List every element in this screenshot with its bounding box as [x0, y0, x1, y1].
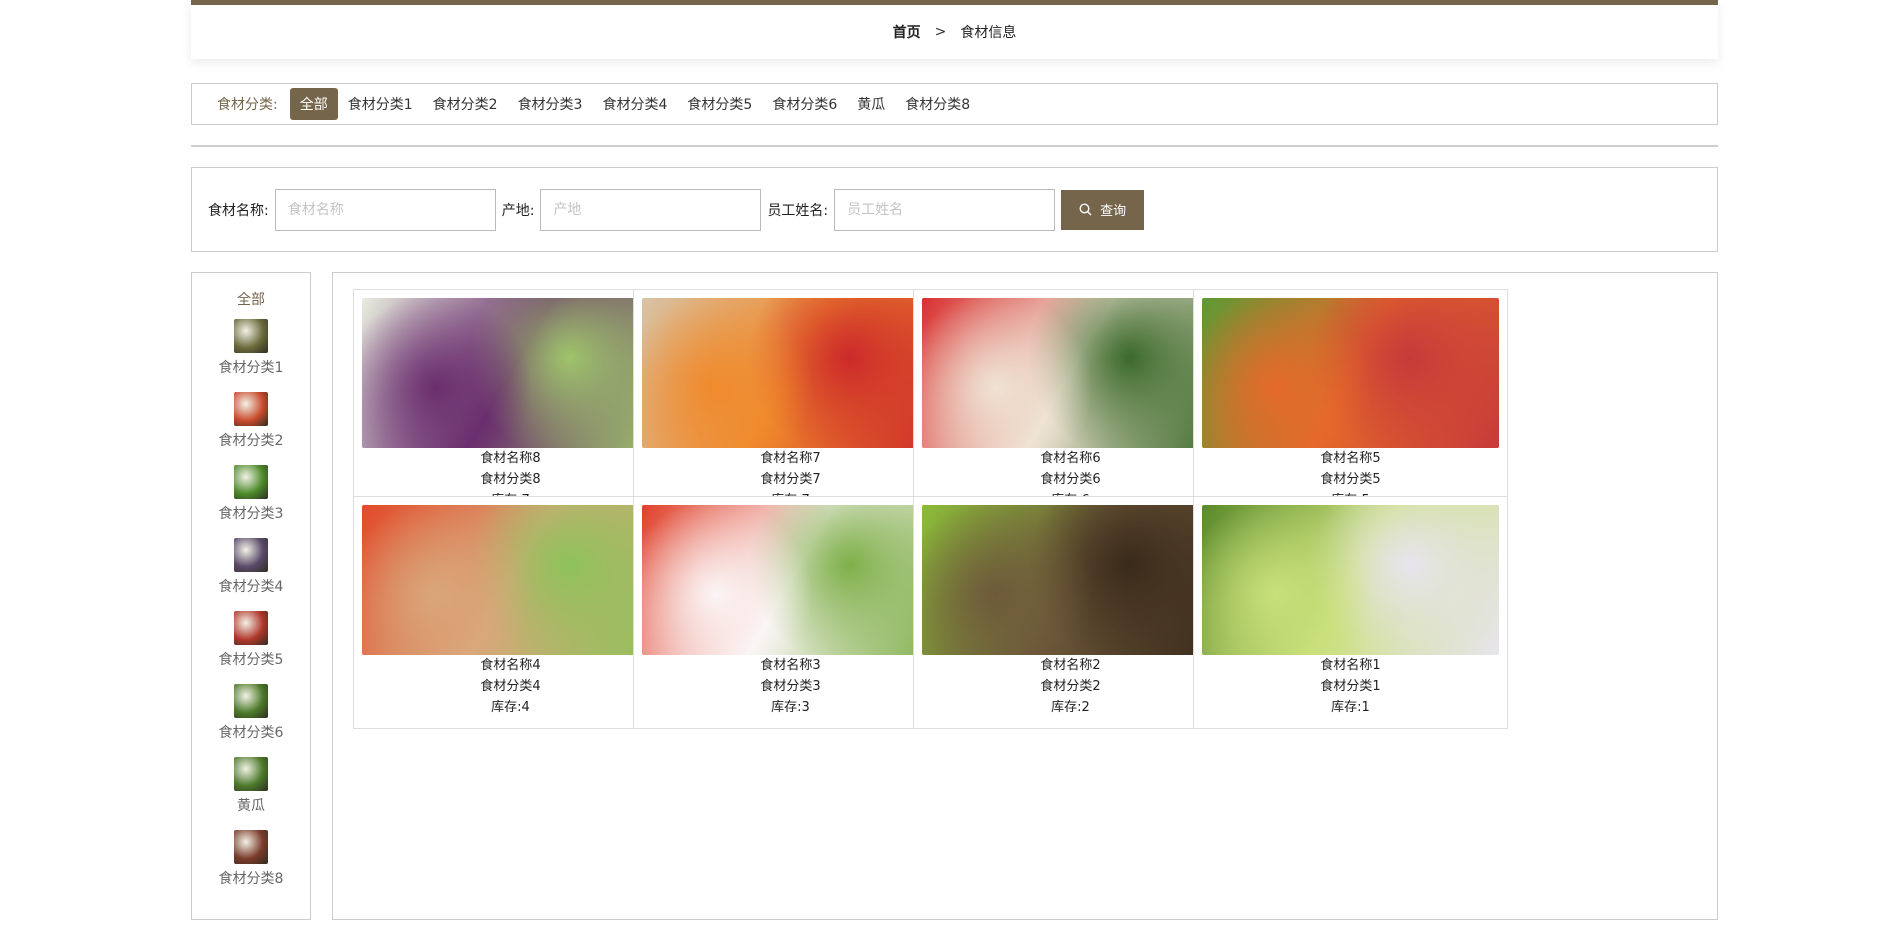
product-card[interactable]: 食材名称5食材分类5库存:5	[1193, 289, 1508, 522]
sidebar-item-4[interactable]: 食材分类4	[218, 538, 284, 611]
product-name: 食材名称3	[760, 658, 821, 673]
product-card[interactable]: 食材名称2 食材分类2 库存:2	[913, 496, 1228, 729]
category-thumbnail	[233, 319, 268, 353]
product-card[interactable]: 食材名称8食材分类8库存:7	[353, 289, 668, 522]
category-sidebar: 全部 食材分类1 食材分类2 食材分类3 食材分类4 食材分类5 食材分类6 黄瓜食材分类8	[191, 272, 311, 920]
sidebar-item-label: 食材分类1	[218, 360, 284, 376]
divider	[191, 145, 1718, 147]
product-image	[922, 505, 1219, 655]
product-info: 食材名称1 食材分类1 库存:1	[1194, 655, 1507, 718]
product-image	[362, 505, 659, 655]
category-filter-4[interactable]: 食材分类4	[592, 88, 677, 120]
product-image	[1202, 505, 1499, 655]
product-info: 食材名称3 食材分类3 库存:3	[634, 655, 947, 718]
sidebar-item-label: 食材分类3	[218, 506, 284, 522]
product-image	[1202, 298, 1499, 448]
product-stock: 库存:2	[1051, 700, 1090, 715]
product-name: 食材名称2	[1040, 658, 1101, 673]
product-info: 食材名称4 食材分类4 库存:4	[354, 655, 667, 718]
sidebar-item-label: 食材分类5	[218, 652, 284, 668]
sidebar-item-label: 食材分类4	[218, 579, 284, 595]
sidebar-item-label: 食材分类2	[218, 433, 284, 449]
origin-field-label: 产地:	[501, 202, 535, 219]
product-info: 食材名称2 食材分类2 库存:2	[914, 655, 1227, 718]
staff-search-input[interactable]	[834, 188, 1056, 231]
product-grid: 食材名称8食材分类8库存:7食材名称7食材分类7库存:7食材名称6食材分类6库存…	[332, 272, 1718, 920]
category-filter-1[interactable]: 食材分类1	[338, 88, 423, 120]
product-name: 食材名称1	[1320, 658, 1381, 673]
name-field-label: 食材名称:	[208, 202, 269, 219]
search-button-label: 查询	[1100, 203, 1127, 218]
sidebar-item-2[interactable]: 食材分类2	[218, 392, 284, 465]
category-thumbnail	[233, 684, 268, 718]
sidebar-item-3[interactable]: 食材分类3	[218, 465, 284, 538]
product-card[interactable]: 食材名称7食材分类7库存:7	[633, 289, 948, 522]
search-bar: 食材名称: 产地: 员工姓名: 查询	[191, 167, 1718, 252]
category-thumbnail	[233, 538, 268, 572]
sidebar-item-all[interactable]: 全部	[237, 289, 265, 311]
sidebar-item-5[interactable]: 食材分类5	[218, 611, 284, 684]
sidebar-item-6[interactable]: 食材分类6	[218, 684, 284, 757]
product-category: 食材分类8	[480, 472, 541, 487]
product-card[interactable]: 食材名称3 食材分类3 库存:3	[633, 496, 948, 729]
product-image	[362, 298, 659, 448]
product-image	[922, 298, 1219, 448]
category-thumbnail	[233, 757, 268, 791]
product-name: 食材名称5	[1320, 451, 1381, 466]
category-thumbnail	[233, 392, 268, 426]
product-category: 食材分类4	[480, 679, 541, 694]
category-filter-bar: 食材分类: 全部 食材分类1 食材分类2 食材分类3 食材分类4 食材分类5 食…	[191, 83, 1718, 125]
product-category: 食材分类3	[760, 679, 821, 694]
product-name: 食材名称8	[480, 451, 541, 466]
product-name: 食材名称7	[760, 451, 821, 466]
category-thumbnail	[233, 830, 268, 864]
product-category: 食材分类2	[1040, 679, 1101, 694]
category-filter-cucumber[interactable]: 黄瓜	[847, 88, 895, 120]
breadcrumb: 首页 > 食材信息	[191, 0, 1718, 59]
search-icon	[1079, 203, 1092, 216]
category-filter-label: 食材分类:	[217, 97, 278, 113]
breadcrumb-separator: >	[934, 24, 947, 40]
product-image	[642, 298, 939, 448]
product-category: 食材分类5	[1320, 472, 1381, 487]
origin-search-input[interactable]	[540, 188, 762, 231]
sidebar-item-8[interactable]: 食材分类8	[218, 830, 284, 903]
category-filter-6[interactable]: 食材分类6	[762, 88, 847, 120]
staff-field-label: 员工姓名:	[767, 202, 829, 219]
product-name: 食材名称6	[1040, 451, 1101, 466]
category-filter-2[interactable]: 食材分类2	[423, 88, 508, 120]
product-name: 食材名称4	[480, 658, 541, 673]
breadcrumb-home-link[interactable]: 首页	[893, 22, 921, 42]
breadcrumb-current: 食材信息	[960, 25, 1017, 41]
sidebar-item-label: 食材分类6	[218, 725, 284, 741]
name-search-input[interactable]	[274, 188, 496, 231]
category-filter-all[interactable]: 全部	[289, 88, 338, 120]
product-card[interactable]: 食材名称4 食材分类4 库存:4	[353, 496, 668, 729]
search-button[interactable]: 查询	[1061, 189, 1145, 230]
product-card[interactable]: 食材名称1 食材分类1 库存:1	[1193, 496, 1508, 729]
product-stock: 库存:3	[771, 700, 810, 715]
sidebar-item-7[interactable]: 黄瓜	[219, 757, 284, 830]
product-card[interactable]: 食材名称6食材分类6库存:6	[913, 289, 1228, 522]
product-stock: 库存:1	[1331, 700, 1370, 715]
category-filter-5[interactable]: 食材分类5	[677, 88, 762, 120]
sidebar-item-label: 食材分类8	[218, 871, 284, 887]
sidebar-item-1[interactable]: 食材分类1	[218, 319, 284, 392]
sidebar-item-label: 黄瓜	[236, 798, 265, 814]
product-category: 食材分类6	[1040, 472, 1101, 487]
category-thumbnail	[233, 465, 268, 499]
product-stock: 库存:4	[491, 700, 530, 715]
product-category: 食材分类1	[1320, 679, 1381, 694]
product-image	[642, 505, 939, 655]
product-category: 食材分类7	[760, 472, 821, 487]
category-thumbnail	[233, 611, 268, 645]
category-filter-3[interactable]: 食材分类3	[508, 88, 593, 120]
category-filter-8[interactable]: 食材分类8	[895, 88, 980, 120]
